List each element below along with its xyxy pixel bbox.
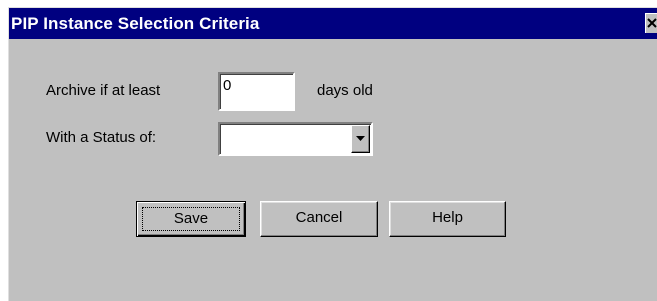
close-button[interactable] [645, 13, 657, 33]
save-button-label: Save [142, 207, 240, 231]
archive-label: Archive if at least [46, 82, 161, 99]
title-bar[interactable]: PIP Instance Selection Criteria [9, 8, 657, 39]
close-icon [647, 18, 657, 28]
cancel-button[interactable]: Cancel [260, 201, 378, 237]
dialog-window: PIP Instance Selection Criteria Archive … [8, 7, 657, 301]
dialog-title: PIP Instance Selection Criteria [11, 14, 260, 33]
chevron-down-icon [356, 136, 365, 141]
status-select[interactable] [218, 122, 373, 156]
help-button[interactable]: Help [389, 201, 506, 237]
archive-days-input[interactable]: 0 [218, 72, 295, 111]
days-old-label: days old [317, 82, 373, 99]
save-button[interactable]: Save [136, 201, 246, 237]
status-dropdown-button[interactable] [351, 125, 370, 153]
archive-days-value: 0 [223, 77, 232, 94]
status-label: With a Status of: [46, 129, 157, 146]
